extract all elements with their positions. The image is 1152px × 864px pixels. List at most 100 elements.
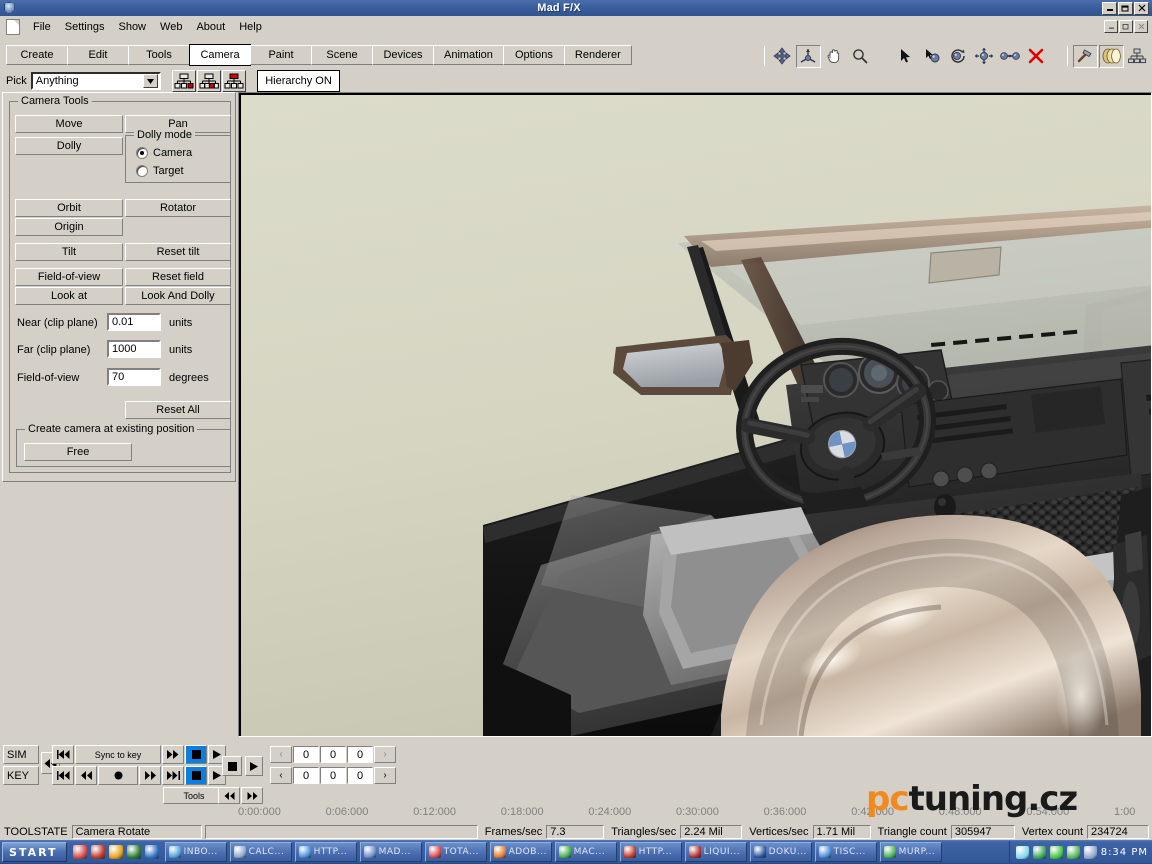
axis-tool-button[interactable] bbox=[795, 44, 821, 68]
timeline-scroll-left-button[interactable] bbox=[218, 787, 240, 804]
camera-dolly-button[interactable]: Dolly bbox=[15, 137, 123, 155]
tab-create[interactable]: Create bbox=[6, 45, 68, 65]
taskbar-item[interactable]: HTTP... bbox=[294, 842, 357, 862]
hammer-button[interactable] bbox=[1072, 44, 1098, 68]
network-icon[interactable] bbox=[1032, 845, 1046, 859]
restore-button[interactable] bbox=[1118, 1, 1133, 15]
tab-camera[interactable]: Camera bbox=[189, 44, 251, 66]
sim-counter-prev-button[interactable]: ‹ bbox=[270, 746, 292, 763]
tab-paint[interactable]: Paint bbox=[250, 45, 312, 65]
tab-devices[interactable]: Devices bbox=[372, 45, 434, 65]
near-clip-input[interactable]: 0.01 bbox=[107, 313, 161, 331]
key-next-button[interactable] bbox=[139, 766, 161, 785]
key-counter-prev-button[interactable]: ‹ bbox=[270, 767, 292, 784]
key-record-button[interactable] bbox=[98, 766, 138, 785]
rotate-object-button[interactable] bbox=[945, 44, 971, 68]
pick-combo[interactable]: Anything bbox=[30, 72, 161, 90]
taskbar-item[interactable]: HTTP... bbox=[619, 842, 682, 862]
master-play-button[interactable] bbox=[245, 756, 263, 776]
tab-edit[interactable]: Edit bbox=[67, 45, 129, 65]
mdi-restore-button[interactable] bbox=[1119, 20, 1133, 33]
camera-reset-tilt-button[interactable]: Reset tilt bbox=[125, 243, 231, 261]
minimize-button[interactable] bbox=[1102, 1, 1117, 15]
camera-tilt-button[interactable]: Tilt bbox=[15, 243, 123, 261]
master-stop-button[interactable] bbox=[222, 756, 242, 776]
taskbar-item[interactable]: LIQUI... bbox=[684, 842, 747, 862]
explorer-icon[interactable] bbox=[144, 845, 159, 859]
camera-reset-field-button[interactable]: Reset field bbox=[125, 268, 231, 286]
menu-help[interactable]: Help bbox=[232, 19, 269, 35]
hierarchy-tree-button[interactable] bbox=[1124, 44, 1150, 68]
camera-look-at-button[interactable]: Look at bbox=[15, 287, 123, 305]
display-icon[interactable] bbox=[1083, 845, 1097, 859]
taskbar-item[interactable]: MAC... bbox=[554, 842, 617, 862]
fov-input[interactable]: 70 bbox=[107, 368, 161, 386]
sim-rewind-button[interactable] bbox=[52, 745, 74, 764]
taskbar-item[interactable]: INBO... bbox=[164, 842, 227, 862]
sync-to-key-button[interactable]: Sync to key bbox=[75, 745, 161, 764]
save-icon[interactable] bbox=[72, 845, 87, 859]
hierarchy-up-icon[interactable] bbox=[222, 70, 246, 92]
menu-file[interactable]: File bbox=[26, 19, 58, 35]
camera-look-and-dolly-button[interactable]: Look And Dolly bbox=[125, 287, 231, 305]
key-first-button[interactable] bbox=[52, 766, 74, 785]
key-last-button[interactable] bbox=[162, 766, 184, 785]
mdi-minimize-button[interactable] bbox=[1104, 20, 1118, 33]
sim-counter-3[interactable]: 0 bbox=[347, 746, 373, 763]
select-arrow-button[interactable] bbox=[893, 44, 919, 68]
tab-animation[interactable]: Animation bbox=[433, 45, 504, 65]
menu-settings[interactable]: Settings bbox=[58, 19, 112, 35]
camera-origin-button[interactable]: Origin bbox=[15, 218, 123, 236]
dolly-mode-target-option[interactable]: Target bbox=[136, 165, 184, 177]
taskbar-item[interactable]: TOTA... bbox=[424, 842, 487, 862]
taskbar-item[interactable]: MURP... bbox=[879, 842, 942, 862]
camera-fov-button[interactable]: Field-of-view bbox=[15, 268, 123, 286]
zoom-magnifier-button[interactable] bbox=[847, 44, 873, 68]
tab-renderer[interactable]: Renderer bbox=[563, 45, 632, 65]
acrobat-icon[interactable] bbox=[90, 845, 105, 859]
dolly-mode-camera-option[interactable]: Camera bbox=[136, 147, 192, 159]
key-counter-2[interactable]: 0 bbox=[320, 767, 346, 784]
menu-show[interactable]: Show bbox=[111, 19, 153, 35]
tab-options[interactable]: Options bbox=[502, 45, 565, 65]
far-clip-input[interactable]: 1000 bbox=[107, 340, 161, 358]
create-camera-free-button[interactable]: Free bbox=[24, 443, 132, 461]
hierarchy-down-icon[interactable] bbox=[172, 70, 196, 92]
pan-hand-button[interactable] bbox=[821, 44, 847, 68]
key-stop-button[interactable] bbox=[185, 766, 207, 785]
menu-web[interactable]: Web bbox=[153, 19, 189, 35]
link-objects-button[interactable] bbox=[997, 44, 1023, 68]
radio-camera-icon[interactable] bbox=[136, 147, 148, 159]
move-tool-button[interactable] bbox=[769, 44, 795, 68]
camera-orbit-button[interactable]: Orbit bbox=[15, 199, 123, 217]
taskbar-item[interactable]: CALC... bbox=[229, 842, 292, 862]
key-counter-next-button[interactable]: › bbox=[374, 767, 396, 784]
taskbar-item[interactable]: DOKU... bbox=[749, 842, 812, 862]
camera-reset-all-button[interactable]: Reset All bbox=[125, 401, 231, 419]
tab-scene[interactable]: Scene bbox=[311, 45, 373, 65]
sim-counter-2[interactable]: 0 bbox=[320, 746, 346, 763]
sim-counter-next-button[interactable]: › bbox=[374, 746, 396, 763]
material-button[interactable] bbox=[1098, 44, 1124, 68]
bottle-tray-icon[interactable] bbox=[1066, 845, 1080, 859]
move-object-button[interactable] bbox=[971, 44, 997, 68]
3d-viewport[interactable] bbox=[241, 95, 1151, 736]
key-prev-button[interactable] bbox=[75, 766, 97, 785]
taskbar-item[interactable]: ADOB... bbox=[489, 842, 552, 862]
chrome-icon[interactable] bbox=[108, 845, 123, 859]
camera-move-button[interactable]: Move bbox=[15, 115, 123, 133]
anim-tools-button[interactable]: Tools bbox=[163, 787, 225, 804]
key-counter-1[interactable]: 0 bbox=[293, 767, 319, 784]
camera-rotator-button[interactable]: Rotator bbox=[125, 199, 231, 217]
chevron-down-icon[interactable] bbox=[142, 74, 158, 88]
object-select-button[interactable] bbox=[919, 44, 945, 68]
close-button[interactable] bbox=[1134, 1, 1149, 15]
sim-forward-button[interactable] bbox=[162, 745, 184, 764]
folder-icon[interactable] bbox=[126, 845, 141, 859]
hierarchy-mid-icon[interactable] bbox=[197, 70, 221, 92]
delete-x-button[interactable] bbox=[1023, 44, 1049, 68]
sim-stop-button[interactable] bbox=[185, 745, 207, 764]
timeline-scroll-right-button[interactable] bbox=[241, 787, 263, 804]
sim-counter-1[interactable]: 0 bbox=[293, 746, 319, 763]
menu-about[interactable]: About bbox=[189, 19, 232, 35]
